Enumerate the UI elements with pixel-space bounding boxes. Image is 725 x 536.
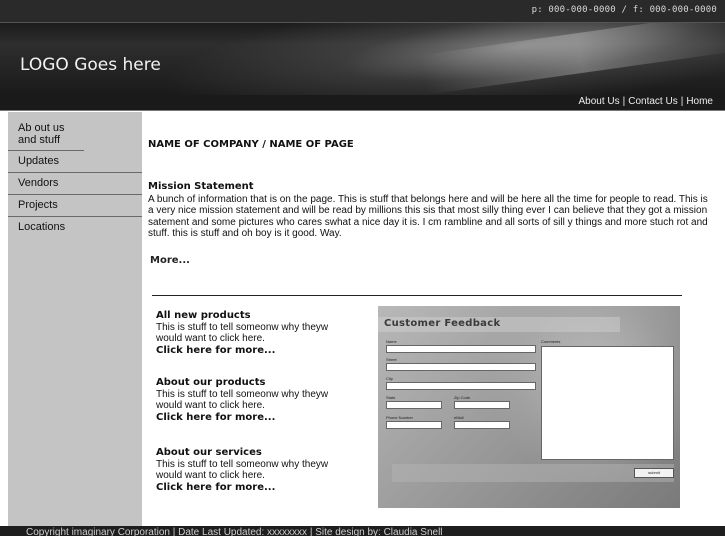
street-label: Street: [386, 357, 397, 362]
form-title: Customer Feedback: [384, 318, 501, 329]
promo-heading: All new products: [156, 310, 251, 321]
nav-about-us-link[interactable]: About Us: [578, 96, 619, 107]
promo-body: This is stuff to tell someonw why theyw …: [156, 388, 329, 412]
promo-more-link[interactable]: Click here for more...: [156, 345, 356, 357]
promo-body: This is stuff to tell someonw why theyw …: [156, 458, 329, 482]
email-field[interactable]: [454, 421, 510, 429]
comments-field[interactable]: [541, 346, 674, 460]
footer: Copyright imaginary Corporation | Date L…: [0, 526, 725, 536]
name-label: Name: [386, 339, 397, 344]
city-field[interactable]: [386, 382, 536, 390]
promo-heading: About our products: [156, 377, 266, 388]
sidebar-item-vendors[interactable]: Vendors: [8, 173, 142, 195]
promo-body: This is stuff to tell someonw why theyw …: [156, 321, 329, 345]
email-label: eMail: [454, 415, 464, 420]
phone-label: Phone Number: [386, 415, 413, 420]
section-divider: [152, 295, 682, 296]
page-title: NAME OF COMPANY / NAME OF PAGE: [148, 139, 354, 150]
sidebar-item-label: Ab out us: [18, 122, 65, 134]
name-field[interactable]: [386, 345, 536, 353]
nav-separator: |: [680, 96, 684, 107]
state-field[interactable]: [386, 401, 442, 409]
mission-heading: Mission Statement: [148, 181, 254, 192]
zip-label: Zip Code: [454, 395, 471, 400]
more-link[interactable]: More...: [150, 255, 190, 266]
sidebar-item-locations[interactable]: Locations: [8, 217, 142, 238]
nav-home-link[interactable]: Home: [686, 96, 713, 107]
promo-new-products: All new products This is stuff to tell s…: [156, 310, 356, 356]
promo-more-link[interactable]: Click here for more...: [156, 482, 356, 494]
sidebar-item-updates[interactable]: Updates: [8, 151, 142, 173]
sidebar: Ab out us and stuff Updates Vendors Proj…: [8, 112, 142, 526]
phone-field[interactable]: [386, 421, 442, 429]
comments-label: Comments: [541, 339, 561, 344]
contact-numbers: p: 000-000-0000 / f: 000-000-0000: [531, 5, 717, 15]
submit-button[interactable]: submit: [634, 468, 674, 478]
top-bar: p: 000-000-0000 / f: 000-000-0000: [0, 0, 725, 23]
sidebar-item-about-us[interactable]: Ab out us and stuff: [8, 112, 84, 151]
nav-separator: |: [622, 96, 626, 107]
main-content: NAME OF COMPANY / NAME OF PAGE Mission S…: [142, 112, 717, 526]
promo-about-services: About our services This is stuff to tell…: [156, 447, 356, 493]
promo-about-products: About our products This is stuff to tell…: [156, 377, 356, 423]
footer-text: Copyright imaginary Corporation | Date L…: [26, 527, 443, 536]
zip-field[interactable]: [454, 401, 510, 409]
top-nav-bar: About Us | Contact Us | Home: [0, 95, 725, 111]
street-field[interactable]: [386, 363, 536, 371]
customer-feedback-form: Customer Feedback Name Street City State…: [378, 306, 680, 508]
header-banner: LOGO Goes here: [0, 23, 725, 95]
promo-heading: About our services: [156, 447, 262, 458]
top-nav: About Us | Contact Us | Home: [578, 96, 713, 107]
promo-more-link[interactable]: Click here for more...: [156, 412, 356, 424]
nav-contact-us-link[interactable]: Contact Us: [628, 96, 677, 107]
city-label: City: [386, 376, 393, 381]
form-bottom-bar: [392, 464, 674, 482]
sidebar-item-projects[interactable]: Projects: [8, 195, 142, 217]
sidebar-item-label: and stuff: [18, 134, 60, 146]
state-label: State: [386, 395, 396, 400]
logo: LOGO Goes here: [20, 55, 161, 75]
mission-statement: Mission Statement A bunch of information…: [148, 181, 708, 240]
mission-body: A bunch of information that is on the pa…: [148, 193, 708, 240]
